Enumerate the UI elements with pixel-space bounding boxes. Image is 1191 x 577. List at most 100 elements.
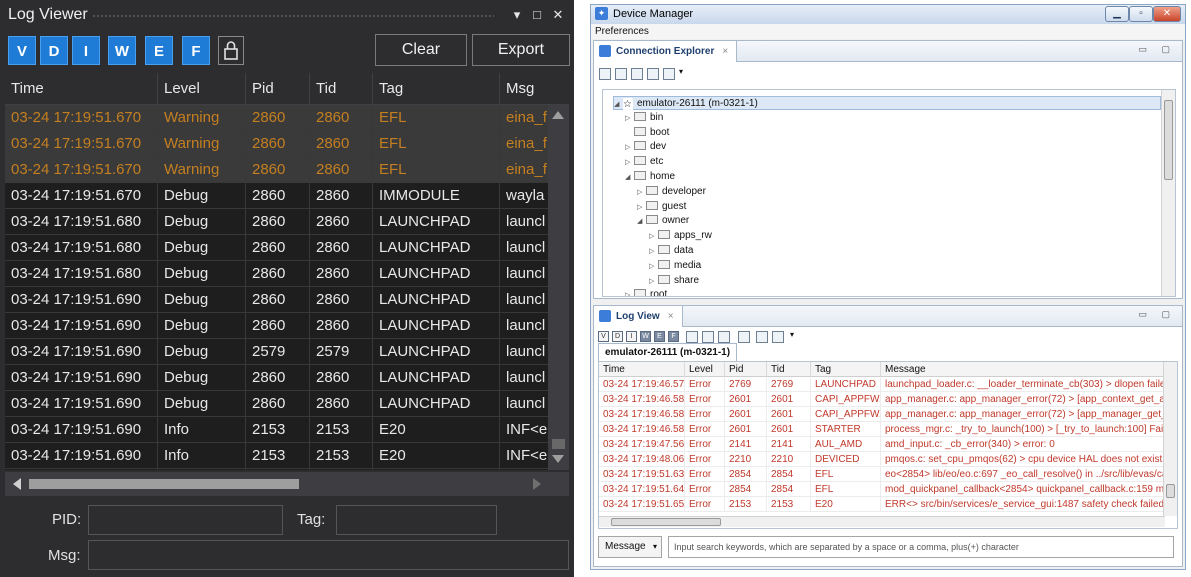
scroll-left-icon[interactable]	[13, 478, 21, 490]
menu-preferences[interactable]: Preferences	[595, 26, 649, 37]
device-log-row[interactable]: 03-24 17:19:46.580 Error 2601 2601 STARTER pr…	[599, 422, 1165, 437]
device-log-row[interactable]: 03-24 17:19:47.560 Error 2141 2141 AUL_AMD am…	[599, 437, 1165, 452]
scrollbar-thumb[interactable]	[552, 439, 565, 449]
column-header-level[interactable]: Level	[158, 73, 246, 105]
log-filter-info[interactable]: I	[626, 331, 637, 342]
dm-column-header-tid[interactable]: Tid	[767, 362, 811, 377]
vertical-scrollbar[interactable]	[548, 105, 569, 470]
tree-expand-icon[interactable]: ◢	[637, 215, 646, 229]
tree-expand-icon[interactable]: ◢	[614, 98, 623, 112]
device-log-vertical-scrollbar[interactable]	[1163, 362, 1177, 516]
scroll-down-icon[interactable]	[552, 455, 564, 463]
close-icon[interactable]: ✕	[549, 5, 567, 25]
tree-node[interactable]: ▷ developer	[637, 185, 706, 199]
log-filter-verbose[interactable]: V	[598, 331, 609, 342]
scroll-up-icon[interactable]	[552, 111, 564, 119]
maximize-icon[interactable]: □	[528, 5, 546, 25]
clear-button[interactable]: Clear	[375, 34, 467, 66]
search-field-dropdown[interactable]: Message ▾	[598, 536, 662, 558]
column-header-tag[interactable]: Tag	[373, 73, 500, 105]
tree-expand-icon[interactable]: ▷	[625, 156, 634, 170]
toolbar-dropdown-icon[interactable]: ▾	[679, 67, 683, 76]
dm-column-header-time[interactable]: Time	[599, 362, 685, 377]
tree-node[interactable]: ▷ data	[649, 244, 693, 258]
log-filter-warning[interactable]: W	[640, 331, 651, 342]
log-row[interactable]: 03-24 17:19:51.680 Debug 2860 2860 LAUNCHPAD…	[5, 235, 548, 261]
filter-error-button[interactable]: E	[145, 36, 173, 65]
scroll-lock-button[interactable]	[218, 36, 244, 65]
device-log-row[interactable]: 03-24 17:19:46.570 Error 2769 2769 LAUNCHPAD…	[599, 377, 1165, 392]
tree-node[interactable]: ▷ apps_rw	[649, 229, 712, 243]
minimize-button[interactable]: ▁	[1105, 6, 1129, 22]
close-button[interactable]: ✕	[1153, 6, 1181, 22]
dm-column-header-tag[interactable]: Tag	[811, 362, 881, 377]
dm-column-header-level[interactable]: Level	[685, 362, 725, 377]
toolbar-list-icon[interactable]	[599, 68, 611, 80]
column-header-msg[interactable]: Msg	[500, 73, 569, 105]
tree-expand-icon[interactable]: ▷	[649, 260, 658, 274]
log-toolbar-layout-icon[interactable]	[738, 331, 750, 343]
device-log-row[interactable]: 03-24 17:19:48.060 Error 2210 2210 DEVICED pm…	[599, 452, 1165, 467]
log-row[interactable]: 03-24 17:19:51.690 Info 2153 2153 E20 INF<e	[5, 417, 548, 443]
log-row[interactable]: 03-24 17:19:51.690 Debug 2860 2860 LAUNCHPAD…	[5, 287, 548, 313]
filter-verbose-button[interactable]: V	[8, 36, 36, 65]
horizontal-scrollbar[interactable]	[5, 472, 569, 496]
tree-node[interactable]: ▷ dev	[625, 140, 666, 154]
tree-node[interactable]: ▷ root	[625, 288, 667, 296]
tree-expand-icon[interactable]: ▷	[637, 186, 646, 200]
tree-expand-icon[interactable]: ▷	[625, 141, 634, 155]
dropdown-icon[interactable]: ▾	[508, 5, 526, 25]
log-row[interactable]: 03-24 17:19:51.680 Debug 2860 2860 LAUNCHPAD…	[5, 261, 548, 287]
toolbar-pull-icon[interactable]	[631, 68, 643, 80]
device-log-row[interactable]: 03-24 17:19:51.640 Error 2854 2854 EFL mod_qu…	[599, 482, 1165, 497]
log-row[interactable]: 03-24 17:19:51.690 Debug 2579 2579 LAUNCHPAD…	[5, 339, 548, 365]
log-row[interactable]: 03-24 17:20:58.750Debug21802699RESOURCED…	[5, 469, 548, 470]
filter-fatal-button[interactable]: F	[182, 36, 210, 65]
tree-expand-icon[interactable]: ◢	[625, 171, 634, 185]
log-filter-debug[interactable]: D	[612, 331, 623, 342]
tab-connection-explorer[interactable]: Connection Explorer ×	[594, 41, 738, 62]
log-row[interactable]: 03-24 17:19:51.690 Info 2153 2153 E20 INF<e	[5, 443, 548, 469]
tree-expand-icon[interactable]: ▷	[637, 201, 646, 215]
log-toolbar-clear-icon[interactable]	[686, 331, 698, 343]
tree-node[interactable]: ▷ guest	[637, 200, 686, 214]
log-row[interactable]: 03-24 17:19:51.680 Debug 2860 2860 LAUNCHPAD…	[5, 209, 548, 235]
log-toolbar-save-icon[interactable]	[702, 331, 714, 343]
column-header-tid[interactable]: Tid	[310, 73, 373, 105]
pid-input[interactable]	[88, 505, 283, 535]
tree-vertical-scrollbar[interactable]	[1161, 90, 1175, 296]
toolbar-view-icon[interactable]	[663, 68, 675, 80]
log-row[interactable]: 03-24 17:19:51.670 Warning 2860 2860 EFL eina…	[5, 131, 548, 157]
tree-node[interactable]: ◢ ☆ emulator-26111 (m-0321-1)	[613, 96, 1161, 112]
device-log-row[interactable]: 03-24 17:19:46.580 Error 2601 2601 CAPI_APPF…	[599, 392, 1165, 407]
log-row[interactable]: 03-24 17:19:51.690 Debug 2860 2860 LAUNCHPAD…	[5, 313, 548, 339]
tree-node[interactable]: ▷ etc	[625, 155, 663, 169]
dm-column-header-message[interactable]: Message	[881, 362, 1165, 377]
tree-expand-icon[interactable]: ▷	[649, 245, 658, 259]
device-log-row[interactable]: 03-24 17:19:51.630 Error 2854 2854 EFL eo<285…	[599, 467, 1165, 482]
export-button[interactable]: Export	[472, 34, 570, 66]
panel-minmax-icon[interactable]: ▭ ▢	[1138, 309, 1176, 320]
log-row[interactable]: 03-24 17:19:51.670 Warning 2860 2860 EFL eina…	[5, 157, 548, 183]
tab-close-icon[interactable]: ×	[722, 46, 728, 57]
tree-expand-icon[interactable]: ▷	[649, 275, 658, 289]
device-log-row[interactable]: 03-24 17:19:46.580 Error 2601 2601 CAPI_APPF…	[599, 407, 1165, 422]
toolbar-push-icon[interactable]	[615, 68, 627, 80]
filter-debug-button[interactable]: D	[40, 36, 68, 65]
tree-expand-icon[interactable]: ▷	[625, 112, 634, 126]
msg-input[interactable]	[88, 540, 569, 570]
scroll-right-icon[interactable]	[533, 478, 541, 490]
device-log-horizontal-scrollbar[interactable]	[599, 516, 1165, 527]
log-toolbar-dropdown-icon[interactable]: ▾	[790, 330, 794, 339]
log-toolbar-settings-icon[interactable]	[772, 331, 784, 343]
log-row[interactable]: 03-24 17:19:51.690 Debug 2860 2860 LAUNCHPAD…	[5, 391, 548, 417]
tree-node[interactable]: boot	[625, 126, 669, 140]
log-filter-fatal[interactable]: F	[668, 331, 679, 342]
filter-warning-button[interactable]: W	[108, 36, 136, 65]
tree-scrollbar-thumb[interactable]	[1164, 100, 1173, 180]
toolbar-refresh-icon[interactable]	[647, 68, 659, 80]
tab-close-icon[interactable]: ×	[668, 311, 674, 322]
log-row[interactable]: 03-24 17:19:51.670 Debug 2860 2860 IMMODULE w…	[5, 183, 548, 209]
tree-node[interactable]: ▷ bin	[625, 111, 663, 125]
search-input[interactable]: Input search keywords, which are separat…	[668, 536, 1174, 558]
